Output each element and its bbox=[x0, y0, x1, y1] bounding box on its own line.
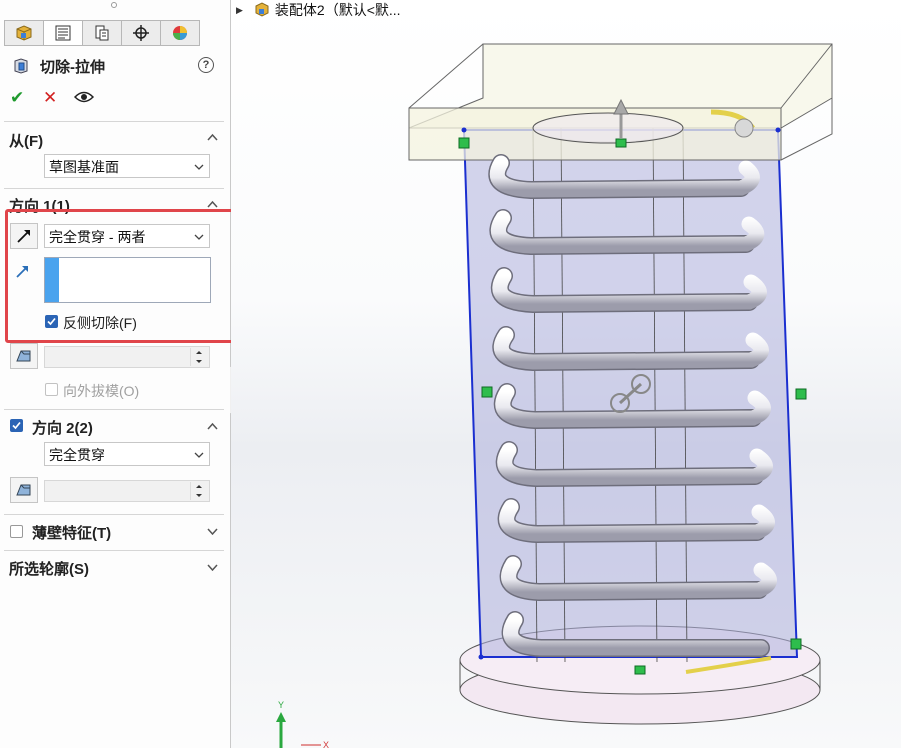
draft-toggle-button-2[interactable] bbox=[10, 477, 38, 503]
breadcrumb-text: 装配体2（默认<默... bbox=[274, 2, 401, 18]
cut-extrude-icon bbox=[14, 58, 28, 74]
divider bbox=[4, 188, 224, 189]
draft-angle-spinner[interactable] bbox=[44, 346, 210, 368]
from-select[interactable]: 草图基准面 bbox=[44, 154, 210, 178]
direction1-section-title[interactable]: 方向 1(1) bbox=[9, 195, 70, 216]
axis-triad: Y X bbox=[276, 700, 329, 748]
collapse-chevron-icon[interactable] bbox=[207, 422, 218, 430]
configuration-manager-icon bbox=[95, 25, 109, 41]
property-manager-icon bbox=[55, 25, 71, 41]
chevron-down-icon bbox=[194, 164, 204, 170]
divider bbox=[4, 514, 224, 515]
expand-triangle-icon[interactable]: ▶ bbox=[236, 5, 243, 16]
preview-eye-icon[interactable] bbox=[74, 90, 94, 104]
thin-feature-checkbox[interactable] bbox=[10, 525, 23, 538]
from-section-title[interactable]: 从(F) bbox=[9, 130, 43, 151]
direction-selection-box[interactable] bbox=[44, 257, 211, 303]
selected-contours-section-title[interactable]: 所选轮廓(S) bbox=[9, 558, 89, 579]
direction2-end-condition-value: 完全贯穿 bbox=[49, 447, 105, 463]
spin-down-button[interactable] bbox=[190, 491, 207, 500]
collapse-chevron-icon[interactable] bbox=[207, 200, 218, 208]
tab-dimxpert-manager[interactable] bbox=[121, 20, 161, 46]
draft-angle-spinner-2[interactable] bbox=[44, 480, 210, 502]
direction2-checkbox[interactable] bbox=[10, 419, 23, 432]
chevron-down-icon bbox=[194, 234, 204, 240]
spin-up-button[interactable] bbox=[190, 348, 207, 357]
help-icon[interactable]: ? bbox=[198, 57, 214, 73]
chevron-down-icon bbox=[194, 452, 204, 458]
thin-feature-section-title[interactable]: 薄壁特征(T) bbox=[32, 522, 111, 543]
selection-active-bar bbox=[45, 258, 59, 302]
from-select-value: 草图基准面 bbox=[49, 159, 119, 175]
flip-side-cut-label[interactable]: 反侧切除(F) bbox=[63, 313, 137, 333]
triad-x-label: X bbox=[323, 740, 329, 748]
expand-chevron-icon[interactable] bbox=[207, 527, 218, 535]
model-view[interactable]: Y X bbox=[231, 0, 901, 748]
direction-vector-icon bbox=[16, 266, 28, 278]
feature-manager-icon bbox=[16, 25, 32, 41]
tab-display-manager[interactable] bbox=[160, 20, 200, 46]
tab-configuration-manager[interactable] bbox=[82, 20, 122, 46]
graphics-viewport[interactable]: Y X bbox=[231, 0, 901, 748]
assembly-icon bbox=[255, 2, 269, 17]
direction2-section-title[interactable]: 方向 2(2) bbox=[32, 417, 93, 438]
draft-toggle-button[interactable] bbox=[10, 343, 38, 369]
spin-up-button[interactable] bbox=[190, 482, 207, 491]
flip-side-cut-checkbox[interactable] bbox=[45, 315, 58, 328]
direction1-end-condition-value: 完全贯穿 - 两者 bbox=[49, 229, 146, 245]
tab-feature-manager[interactable] bbox=[4, 20, 44, 46]
draft-icon bbox=[16, 484, 31, 496]
checkmark-icon bbox=[12, 421, 21, 430]
direction1-end-condition-select[interactable]: 完全贯穿 - 两者 bbox=[44, 224, 210, 248]
triad-y-label: Y bbox=[278, 700, 284, 710]
ok-button[interactable]: ✔ bbox=[10, 88, 24, 108]
property-manager-panel: 切除-拉伸 ? ✔ ✕ 从(F) 草图基准面 方向 1(1) 完全贯穿 - 两者 bbox=[0, 0, 231, 748]
draft-icon bbox=[16, 350, 31, 362]
expand-chevron-icon[interactable] bbox=[207, 563, 218, 571]
tab-property-manager[interactable] bbox=[43, 20, 83, 46]
draft-outward-checkbox[interactable] bbox=[45, 383, 58, 396]
draft-outward-label: 向外拔模(O) bbox=[63, 383, 140, 399]
panel-grip-handle[interactable] bbox=[111, 2, 117, 8]
display-manager-icon bbox=[173, 26, 187, 40]
cancel-button[interactable]: ✕ bbox=[43, 88, 57, 108]
feature-tree-breadcrumb[interactable]: ▶ 装配体2（默认<默... bbox=[236, 0, 401, 20]
checkmark-icon bbox=[47, 317, 56, 326]
reverse-direction-icon bbox=[17, 230, 30, 243]
divider bbox=[4, 121, 224, 122]
divider bbox=[4, 550, 224, 551]
crosshair-icon bbox=[133, 25, 149, 41]
panel-title: 切除-拉伸 bbox=[40, 59, 105, 76]
spin-down-button[interactable] bbox=[190, 357, 207, 366]
divider bbox=[4, 409, 224, 410]
manager-tabs bbox=[4, 20, 200, 46]
collapse-chevron-icon[interactable] bbox=[207, 133, 218, 141]
direction2-end-condition-select[interactable]: 完全贯穿 bbox=[44, 442, 210, 466]
reverse-direction-button[interactable] bbox=[10, 223, 38, 249]
